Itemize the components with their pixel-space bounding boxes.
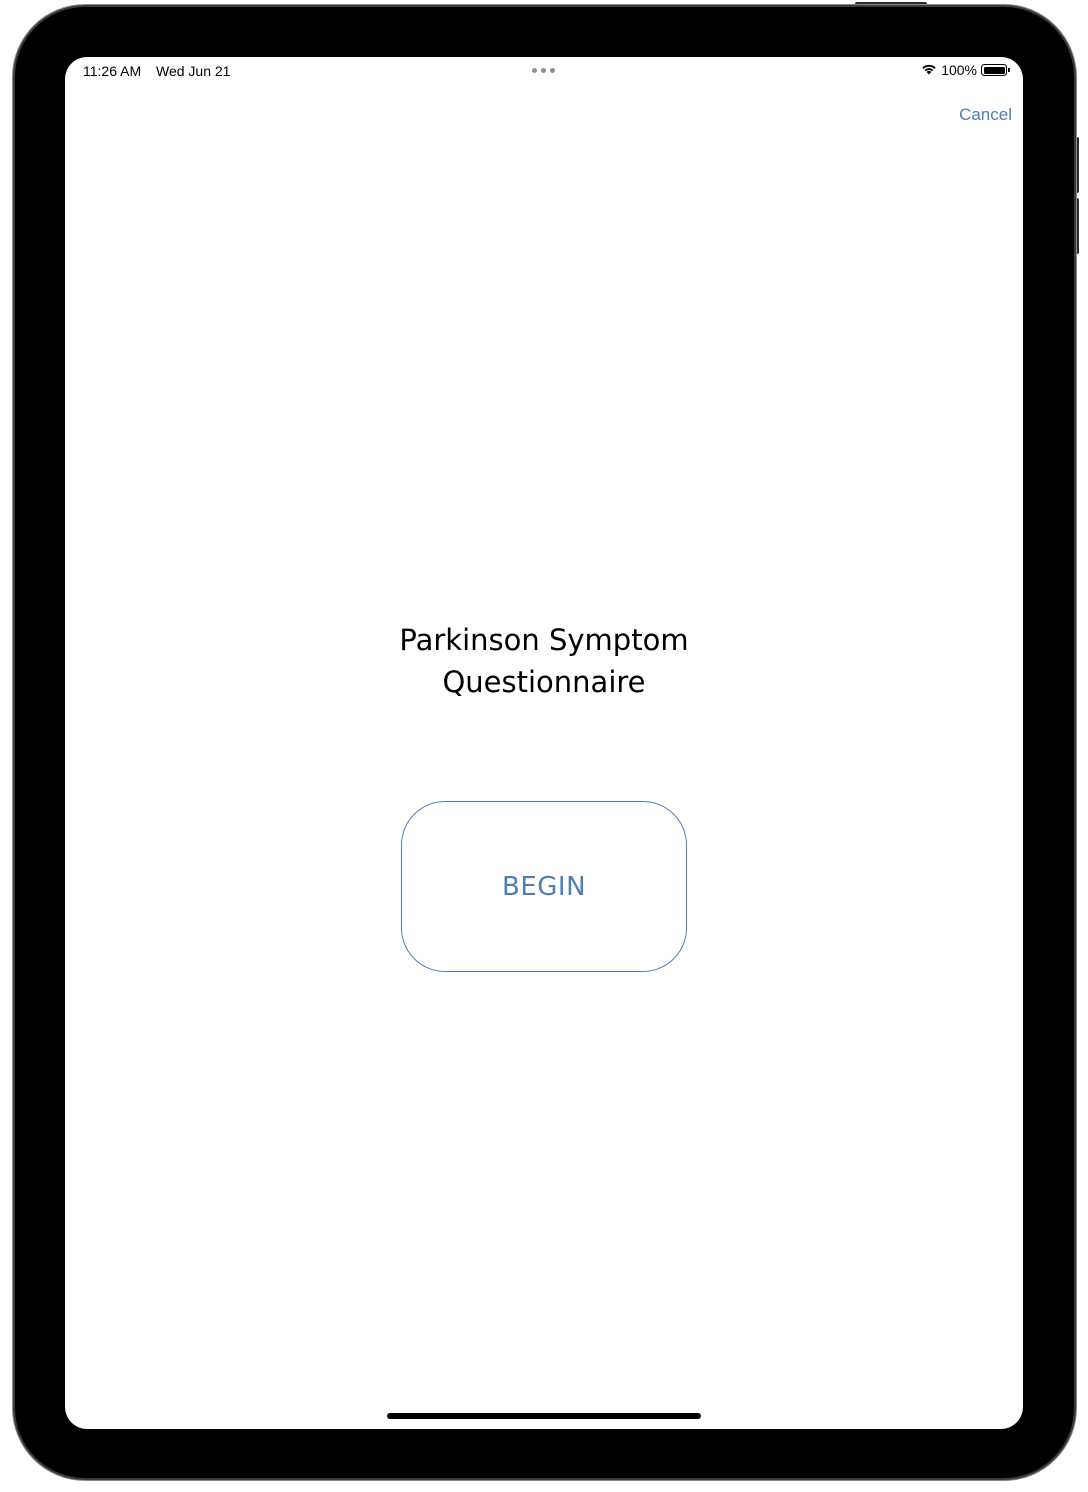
multitasking-dots-icon[interactable] (532, 68, 555, 73)
begin-button-label: BEGIN (501, 871, 587, 902)
home-indicator[interactable] (387, 1413, 701, 1419)
screen: 11:26 AM Wed Jun 21 100% Cancel Parkinso… (65, 57, 1023, 1429)
title-line-2: Questionnaire (442, 665, 646, 699)
status-indicators: 100% (921, 62, 1010, 78)
page-title: Parkinson Symptom Questionnaire (65, 619, 1023, 703)
status-bar: 11:26 AM Wed Jun 21 100% (65, 57, 1023, 85)
status-time: 11:26 AM (83, 63, 142, 79)
wifi-icon (921, 62, 937, 78)
begin-button[interactable]: BEGIN (401, 801, 687, 972)
cancel-button[interactable]: Cancel (959, 105, 1012, 125)
title-line-1: Parkinson Symptom (399, 623, 689, 657)
battery-icon (981, 64, 1010, 76)
status-date: Wed Jun 21 (156, 63, 231, 79)
battery-percent: 100% (941, 62, 977, 78)
